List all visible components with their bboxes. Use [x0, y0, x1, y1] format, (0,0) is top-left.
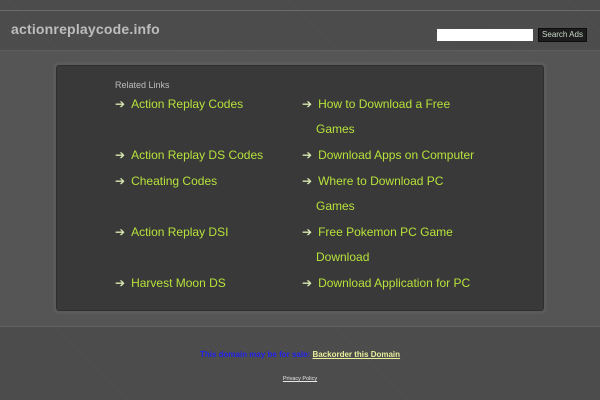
related-link-harvest-moon-ds[interactable]: ➔ Harvest Moon DS — [115, 271, 226, 296]
related-link-where-to-download-pc-games[interactable]: ➔ Where to Download PC Games — [302, 169, 443, 219]
related-links-heading: Related Links — [115, 80, 170, 90]
arrow-right-icon: ➔ — [115, 174, 126, 188]
link-label-line1: Download Application for PC — [318, 276, 471, 290]
arrow-right-icon: ➔ — [302, 97, 313, 111]
related-link-cheating-codes[interactable]: ➔ Cheating Codes — [115, 169, 217, 194]
link-label-line1: How to Download a Free — [318, 97, 451, 111]
related-link-action-replay-ds-codes[interactable]: ➔ Action Replay DS Codes — [115, 143, 263, 168]
related-link-how-to-download-free-games[interactable]: ➔ How to Download a Free Games — [302, 92, 450, 142]
related-link-download-application-for-pc[interactable]: ➔ Download Application for PC — [302, 271, 470, 296]
site-title[interactable]: actionreplaycode.info — [11, 21, 160, 37]
site-header: actionreplaycode.info Search Ads — [0, 11, 600, 51]
link-label-line1: Free Pokemon PC Game — [318, 225, 453, 239]
arrow-right-icon: ➔ — [115, 276, 126, 290]
link-label: Action Replay Codes — [131, 97, 244, 111]
link-label-line2: Games — [316, 122, 355, 136]
arrow-right-icon: ➔ — [115, 148, 126, 162]
arrow-right-icon: ➔ — [115, 225, 126, 239]
related-link-free-pokemon-pc-game-download[interactable]: ➔ Free Pokemon PC Game Download — [302, 220, 453, 270]
arrow-right-icon: ➔ — [302, 148, 313, 162]
link-label-line1: Where to Download PC — [318, 174, 444, 188]
related-link-action-replay-codes[interactable]: ➔ Action Replay Codes — [115, 92, 243, 117]
search-ads-button[interactable]: Search Ads — [538, 28, 587, 42]
link-label-line2: Download — [316, 250, 370, 264]
related-link-action-replay-dsi[interactable]: ➔ Action Replay DSI — [115, 220, 228, 245]
search-input[interactable] — [437, 29, 533, 41]
arrow-right-icon: ➔ — [115, 97, 126, 111]
link-label: Cheating Codes — [131, 174, 218, 188]
privacy-policy-link[interactable]: Privacy Policy — [0, 376, 600, 382]
backorder-link[interactable]: Backorder this Domain — [312, 350, 400, 359]
domain-sale-notice: This domain may be for sale: Backorder t… — [0, 350, 600, 359]
related-link-download-apps-on-computer[interactable]: ➔ Download Apps on Computer — [302, 143, 474, 168]
link-label-line1: Download Apps on Computer — [318, 148, 475, 162]
link-label: Action Replay DS Codes — [131, 148, 264, 162]
sale-text: This domain may be for sale: — [199, 350, 311, 359]
arrow-right-icon: ➔ — [302, 225, 313, 239]
link-label: Action Replay DSI — [131, 225, 229, 239]
arrow-right-icon: ➔ — [302, 174, 313, 188]
arrow-right-icon: ➔ — [302, 276, 313, 290]
link-label: Harvest Moon DS — [131, 276, 226, 290]
link-label-line2: Games — [316, 199, 355, 213]
